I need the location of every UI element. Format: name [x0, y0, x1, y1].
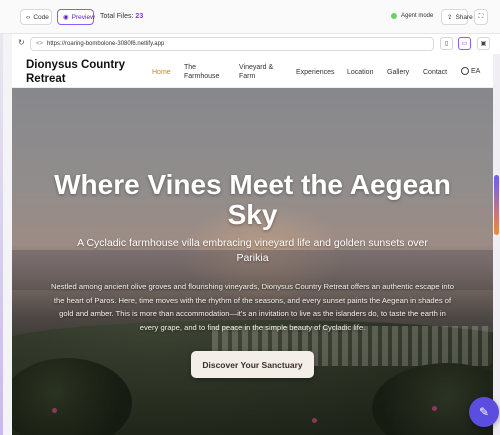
code-icon: ‹›	[26, 13, 31, 21]
language-switcher[interactable]: EA	[461, 67, 480, 75]
preview-url-bar: ↻ <> https://roaring-bombolone-3080f6.ne…	[12, 34, 500, 54]
expand-icon: ⛶	[478, 13, 484, 20]
hero-title: Where Vines Meet the Aegean Sky	[54, 169, 451, 230]
nav-contact[interactable]: Contact	[423, 68, 447, 77]
hero-subtitle: A Cycladic farmhouse villa embracing vin…	[77, 237, 428, 264]
total-files-label: Total Files:	[100, 13, 134, 20]
agent-mode-label: Agent mode	[401, 13, 434, 19]
agent-mode-toggle[interactable]: Agent mode	[391, 13, 433, 19]
preview-button-label: Preview	[71, 13, 95, 21]
agent-status-icon	[391, 13, 397, 19]
nav-experiences[interactable]: Experiences	[296, 68, 335, 77]
code-button[interactable]: ‹› Code	[20, 9, 52, 25]
language-label: EA	[471, 67, 481, 75]
chat-button[interactable]: ✎	[469, 397, 499, 427]
chat-icon: ✎	[478, 405, 490, 419]
code-brackets-icon: <>	[36, 41, 44, 47]
left-accent-strip	[0, 34, 3, 435]
app-toolbar: ‹› Code ◉ Preview Total Files: 23 Agent …	[0, 0, 500, 34]
site-header: Dionysus Country Retreat Home The Farmho…	[12, 54, 493, 88]
share-button[interactable]: ⇪ Share	[441, 9, 473, 25]
nav-location[interactable]: Location	[347, 68, 373, 77]
total-files: Total Files: 23	[100, 13, 143, 20]
reload-icon[interactable]: ↻	[18, 38, 25, 47]
nav-home[interactable]: Home	[152, 68, 171, 77]
code-button-label: Code	[33, 13, 49, 21]
share-icon: ⇪	[447, 14, 453, 21]
total-files-count: 23	[135, 13, 144, 20]
share-button-label: Share	[455, 13, 473, 21]
preview-button[interactable]: ◉ Preview	[57, 9, 95, 25]
desktop-icon[interactable]: ▣	[477, 37, 490, 50]
nav-farmhouse[interactable]: The Farmhouse	[184, 63, 224, 81]
discover-sanctuary-button[interactable]: Discover Your Sanctuary	[191, 351, 314, 378]
eye-icon: ◉	[63, 14, 69, 21]
globe-icon	[461, 67, 469, 75]
nav-gallery[interactable]: Gallery	[387, 68, 409, 77]
scrollbar[interactable]	[493, 54, 500, 435]
nav-vineyard[interactable]: Vineyard & Farm	[239, 63, 281, 81]
expand-button[interactable]: ⛶	[474, 9, 488, 25]
hero-section: Where Vines Meet the Aegean Sky A Cyclad…	[12, 88, 493, 435]
site-brand[interactable]: Dionysus Country Retreat	[26, 58, 136, 86]
scrollbar-thumb[interactable]	[494, 175, 499, 235]
url-field[interactable]: <> https://roaring-bombolone-3080f6.netl…	[30, 37, 434, 51]
hero-description: Nestled among ancient olive groves and f…	[51, 282, 454, 332]
url-text: https://roaring-bombolone-3080f6.netlify…	[47, 41, 165, 47]
phone-icon[interactable]: ▯	[440, 37, 453, 50]
tablet-icon[interactable]: ▭	[458, 37, 471, 50]
